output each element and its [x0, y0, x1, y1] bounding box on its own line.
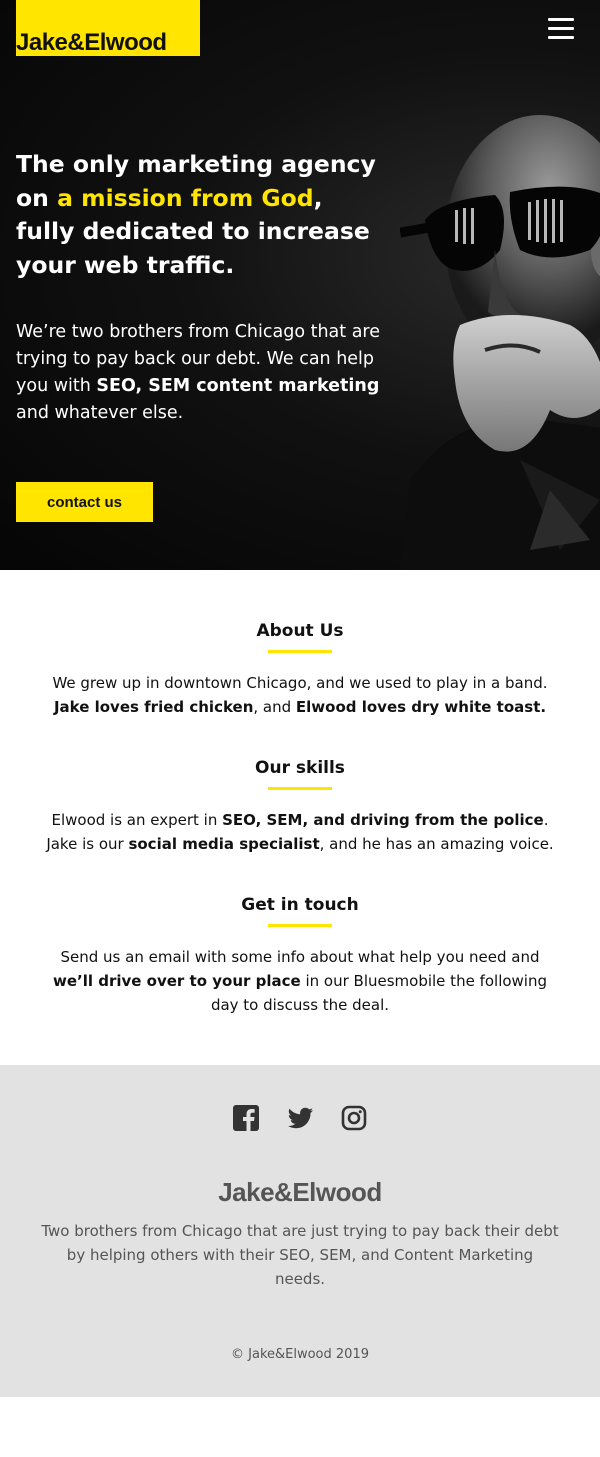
- headline-highlight: a mission from God: [57, 183, 314, 212]
- footer-logo[interactable]: Jake&Elwood: [0, 1177, 600, 1208]
- contact-section: Get in touch Send us an email with some …: [0, 892, 600, 1017]
- contact-us-button[interactable]: contact us: [16, 482, 153, 522]
- section-text: Send us an email with some info about wh…: [52, 948, 548, 1014]
- footer-description: Two brothers from Chicago that are just …: [41, 1222, 559, 1288]
- copyright-text: © Jake&Elwood 2019: [231, 1347, 369, 1362]
- social-links: [0, 1105, 600, 1131]
- hamburger-menu-icon[interactable]: [548, 16, 574, 40]
- section-text: We grew up in downtown Chicago, and we u…: [52, 674, 548, 716]
- brand-logo-text[interactable]: Jake&Elwood: [16, 30, 167, 56]
- twitter-icon[interactable]: [287, 1105, 313, 1131]
- section-title: About Us: [256, 621, 344, 641]
- hero-lead: We’re two brothers from Chicago that are…: [16, 319, 381, 427]
- section-text: Elwood is an expert in SEO, SEM, and dri…: [46, 811, 554, 853]
- section-title: Get in touch: [241, 895, 359, 915]
- title-underline: [268, 787, 332, 790]
- instagram-icon[interactable]: [341, 1105, 367, 1131]
- site-footer: Jake&Elwood Two brothers from Chicago th…: [0, 1065, 600, 1397]
- about-section: About Us We grew up in downtown Chicago,…: [0, 618, 600, 719]
- hero-portrait-image: [400, 115, 600, 570]
- facebook-icon[interactable]: [233, 1105, 259, 1131]
- section-title: Our skills: [255, 758, 345, 778]
- hero-section: Jake&Elwood The only marketing agency on…: [0, 0, 600, 570]
- lead-bold: SEO, SEM content marketing: [96, 376, 380, 396]
- skills-section: Our skills Elwood is an expert in SEO, S…: [0, 755, 600, 856]
- hero-headline: The only marketing agency on a mission f…: [16, 148, 386, 282]
- title-underline: [268, 924, 332, 927]
- title-underline: [268, 650, 332, 653]
- brand-logo[interactable]: Jake&Elwood: [16, 0, 200, 56]
- lead-part: and whatever else.: [16, 403, 184, 423]
- content-sections: About Us We grew up in downtown Chicago,…: [0, 570, 600, 1065]
